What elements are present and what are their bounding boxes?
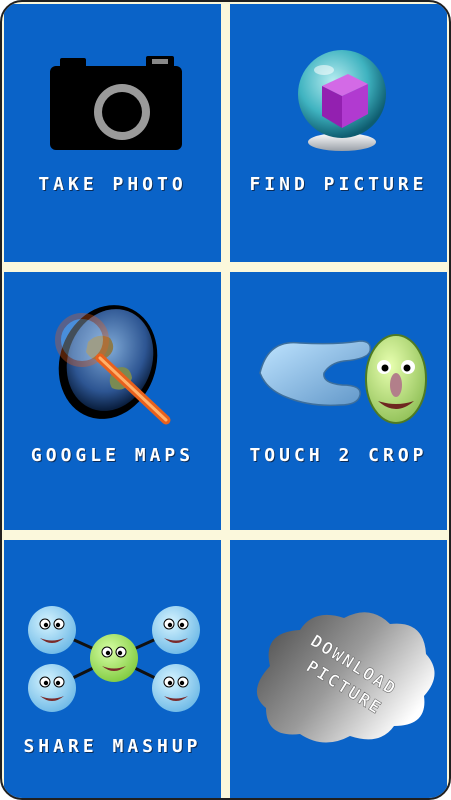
- share-mashup-button[interactable]: SHARE MASHUP: [4, 540, 221, 798]
- globe-magnifier-icon: [55, 305, 171, 425]
- app-frame: TAKE PHOTO FIND PICTURE GOOGLE MAPS TOUC…: [0, 0, 451, 800]
- share-mashup-label: SHARE MASHUP: [23, 736, 202, 757]
- take-photo-button[interactable]: TAKE PHOTO: [4, 4, 221, 262]
- google-maps-label: GOOGLE MAPS: [30, 445, 195, 466]
- crystal-ball-icon: [298, 50, 386, 151]
- download-picture-button[interactable]: DOWNLOAD PICTURE: [230, 540, 447, 798]
- find-picture-label: FIND PICTURE: [249, 174, 428, 195]
- cloud-icon: DOWNLOAD PICTURE: [256, 612, 435, 743]
- google-maps-button[interactable]: GOOGLE MAPS: [4, 272, 221, 530]
- touch-2-crop-label: TOUCH 2 CROP: [249, 445, 428, 466]
- menu-grid: TAKE PHOTO FIND PICTURE GOOGLE MAPS TOUC…: [4, 4, 447, 798]
- hand-pinch-face-icon: [259, 334, 427, 424]
- take-photo-label: TAKE PHOTO: [38, 174, 187, 195]
- touch-2-crop-button[interactable]: TOUCH 2 CROP: [230, 272, 447, 530]
- find-picture-button[interactable]: FIND PICTURE: [230, 4, 447, 262]
- face-network-icon: [28, 606, 200, 712]
- camera-icon: [50, 56, 182, 150]
